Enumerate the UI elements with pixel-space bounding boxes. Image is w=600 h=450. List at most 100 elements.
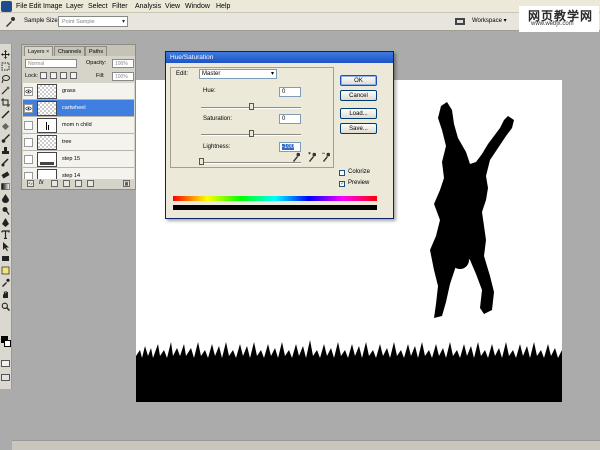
layers-panel: Layers × Channels Paths Normal Opacity: … (21, 44, 136, 190)
type-tool-icon[interactable] (1, 230, 10, 239)
menu-window[interactable]: Window (185, 3, 210, 11)
eye-icon-hidden[interactable] (24, 121, 33, 130)
fill-field[interactable]: 100% (112, 72, 134, 81)
link-layers-icon[interactable] (27, 180, 34, 187)
eye-icon-hidden[interactable] (24, 172, 33, 179)
tab-channels[interactable]: Channels (54, 46, 86, 56)
magic-wand-tool-icon[interactable] (1, 86, 10, 95)
lightness-label: Lightness: (203, 144, 231, 150)
preview-checkbox[interactable] (339, 180, 345, 187)
lightness-value: -100 (282, 144, 295, 150)
workspace-icon[interactable] (454, 16, 466, 27)
saturation-field[interactable]: 0 (279, 114, 301, 124)
lightness-field[interactable]: -100 (279, 142, 301, 152)
eyedropper-minus-icon[interactable] (322, 152, 330, 162)
background-color-swatch[interactable] (4, 340, 11, 347)
saturation-slider-thumb[interactable] (249, 130, 254, 137)
path-selection-tool-icon[interactable] (1, 242, 10, 251)
eye-icon-hidden[interactable] (24, 155, 33, 164)
quick-mask-icon[interactable] (1, 360, 10, 367)
eye-icon-hidden[interactable] (24, 138, 33, 147)
menu-help[interactable]: Help (216, 3, 230, 11)
dialog-titlebar[interactable]: Hue/Saturation (166, 52, 393, 63)
menu-filter[interactable]: Filter (112, 3, 128, 11)
history-brush-tool-icon[interactable] (1, 158, 10, 167)
menu-image[interactable]: Image (43, 3, 62, 11)
ok-button[interactable]: OK (340, 75, 377, 86)
colorize-checkbox[interactable] (339, 170, 345, 176)
slice-tool-icon[interactable] (1, 110, 10, 119)
layer-row-step-14[interactable]: step 14 (23, 168, 134, 179)
menu-select[interactable]: Select (88, 3, 107, 11)
eyedropper-icon[interactable] (292, 152, 300, 162)
preview-label: Preview (348, 180, 370, 186)
marquee-tool-icon[interactable] (1, 62, 10, 71)
dodge-tool-icon[interactable] (1, 206, 10, 215)
photoshop-logo-icon[interactable] (1, 1, 12, 12)
adjustment-layer-icon[interactable] (63, 180, 70, 187)
dialog-title: Hue/Saturation (170, 54, 214, 61)
layer-style-fx-button[interactable]: fx (39, 180, 44, 186)
output-color-spectrum-bar (173, 205, 377, 210)
edit-channel-select[interactable]: Master ▾ (199, 69, 277, 79)
layer-thumbnail (37, 152, 57, 167)
cancel-button[interactable]: Cancel (340, 90, 377, 101)
menu-file[interactable]: File (16, 3, 27, 11)
notes-tool-icon[interactable] (1, 266, 10, 275)
eyedropper-plus-icon[interactable] (308, 152, 316, 162)
tab-paths[interactable]: Paths (85, 46, 108, 56)
hue-slider-thumb[interactable] (249, 103, 254, 110)
chevron-down-icon: ▾ (121, 19, 125, 25)
brush-tool-icon[interactable] (1, 134, 10, 143)
layer-row-cartwheel[interactable]: cartwheel (23, 100, 134, 117)
tab-layers[interactable]: Layers × (24, 46, 54, 56)
layer-row-mom-n-child[interactable]: mom n child (23, 117, 134, 134)
layer-name: step 15 (62, 156, 81, 162)
crop-tool-icon[interactable] (1, 98, 10, 107)
eye-icon[interactable] (24, 87, 33, 96)
pen-tool-icon[interactable] (1, 218, 10, 227)
layer-thumbnail (37, 169, 57, 179)
hue-label: Hue: (203, 88, 216, 94)
screen-mode-icon[interactable] (1, 374, 10, 381)
gradient-tool-icon[interactable] (1, 182, 10, 191)
layers-panel-footer: fx (23, 180, 134, 189)
menu-view[interactable]: View (165, 3, 180, 11)
lock-position-icon[interactable] (60, 72, 67, 79)
menu-analysis[interactable]: Analysis (135, 3, 161, 11)
save-button[interactable]: Save... (340, 123, 377, 134)
shape-tool-icon[interactable] (1, 254, 10, 263)
lightness-slider-thumb[interactable] (199, 158, 204, 165)
layer-row-grass[interactable]: grass (23, 83, 134, 100)
new-layer-icon[interactable] (87, 180, 94, 187)
blend-mode-select[interactable]: Normal (25, 59, 77, 68)
load-button[interactable]: Load... (340, 108, 377, 119)
eye-icon[interactable] (24, 104, 33, 113)
eyedropper-icon[interactable] (4, 16, 16, 28)
blur-tool-icon[interactable] (1, 194, 10, 203)
hand-tool-icon[interactable] (1, 290, 10, 299)
trash-icon[interactable] (123, 180, 130, 187)
lightness-slider-track[interactable] (201, 162, 301, 164)
menu-edit[interactable]: Edit (29, 3, 41, 11)
opacity-field[interactable]: 100% (112, 59, 134, 68)
clone-stamp-tool-icon[interactable] (1, 146, 10, 155)
healing-brush-tool-icon[interactable] (1, 122, 10, 131)
workspace-button[interactable]: Workspace ▾ (472, 17, 507, 24)
lasso-tool-icon[interactable] (1, 74, 10, 83)
menu-layer[interactable]: Layer (66, 3, 84, 11)
hue-field[interactable]: 0 (279, 87, 301, 97)
sample-size-select[interactable]: Point Sample ▾ (58, 16, 128, 27)
add-mask-icon[interactable] (51, 180, 58, 187)
grass-silhouette (136, 340, 562, 402)
new-group-icon[interactable] (75, 180, 82, 187)
layer-row-step-15[interactable]: step 15 (23, 151, 134, 168)
lock-all-icon[interactable] (70, 72, 77, 79)
zoom-tool-icon[interactable] (1, 302, 10, 311)
eyedropper-tool-icon[interactable] (1, 278, 10, 287)
layer-row-tree[interactable]: tree (23, 134, 134, 151)
move-tool-icon[interactable] (1, 50, 10, 59)
eraser-tool-icon[interactable] (1, 170, 10, 179)
lock-pixels-icon[interactable] (50, 72, 57, 79)
lock-transparency-icon[interactable] (40, 72, 47, 79)
